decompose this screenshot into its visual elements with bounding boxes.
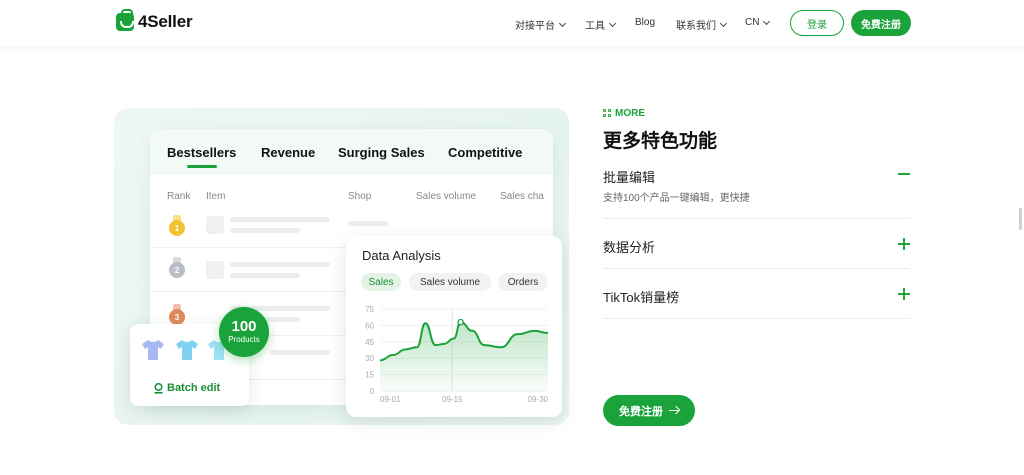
item-thumbnail-placeholder	[206, 261, 224, 279]
nav-item-label: 联系我们	[676, 21, 716, 32]
x-tick-label: 09-30	[528, 395, 549, 404]
column-header-item: Item	[206, 191, 226, 202]
column-header-rank: Rank	[167, 191, 191, 202]
sales-area-chart: 0 15 30 45 60 75 09-01 09-15 09-30	[365, 305, 549, 404]
tshirt-icon	[176, 340, 198, 360]
text-placeholder	[230, 262, 330, 267]
sales-area-fill	[380, 322, 548, 391]
silver-medal-icon: 2	[169, 257, 185, 278]
signup-cta-button[interactable]: 免费注册	[603, 395, 695, 426]
highlighted-point	[457, 318, 464, 326]
expand-icon[interactable]	[898, 238, 910, 250]
item-thumbnail-placeholder	[206, 216, 224, 234]
tab-surging-sales: Surging Sales	[338, 145, 425, 160]
brand-name: 4Seller	[138, 12, 193, 31]
arrow-right-icon	[669, 407, 679, 415]
y-tick-label: 15	[365, 371, 374, 380]
y-tick-label: 60	[365, 321, 374, 330]
bronze-medal-icon: 3	[169, 304, 185, 325]
page-scrollbar[interactable]	[1019, 208, 1022, 230]
accordion-title: 批量编辑	[603, 170, 656, 185]
chevron-down-icon	[719, 19, 728, 27]
nav-item-blog[interactable]: Blog	[635, 17, 655, 28]
chevron-down-icon	[608, 19, 617, 27]
more-tag: MORE	[603, 108, 645, 119]
nav-item-label: 工具	[585, 21, 605, 32]
data-analysis-card: Data Analysis Sales Sales volume Orders …	[346, 236, 562, 417]
more-tag-label: MORE	[615, 108, 645, 119]
tshirt-icon	[142, 340, 164, 360]
accordion-description: 支持100个产品一键编辑，更快捷	[603, 193, 750, 204]
x-tick-label: 09-15	[442, 395, 463, 404]
chevron-down-icon	[763, 17, 771, 25]
accordion-item-tiktok-ranking[interactable]: TikTok销量榜	[603, 269, 910, 319]
batch-edit-label: Batch edit	[154, 382, 220, 394]
signup-button[interactable]: 免费注册	[851, 10, 911, 36]
gold-medal-icon: 1	[169, 215, 185, 236]
accordion-item-data-analysis[interactable]: 数据分析	[603, 219, 910, 269]
accordion-item-batch-edit[interactable]: 批量编辑 支持100个产品一键编辑，更快捷	[603, 160, 910, 219]
active-tab-indicator	[187, 165, 217, 168]
collapse-icon[interactable]	[898, 168, 910, 180]
table-tabs: Bestsellers Revenue Surging Sales Compet…	[150, 129, 553, 175]
text-placeholder	[230, 228, 300, 233]
nav-item-label: CN	[745, 17, 760, 28]
nav-item-contact[interactable]: 联系我们	[676, 17, 728, 32]
accordion-title: 数据分析	[603, 240, 656, 255]
tab-bestsellers: Bestsellers	[167, 145, 237, 160]
batch-edit-text: Batch edit	[167, 382, 221, 394]
top-navbar: 4Seller 对接平台 工具 Blog 联系我们 CN 登录 免费注册	[0, 0, 1024, 46]
text-placeholder	[348, 221, 388, 226]
products-count-badge: 100 Products	[219, 307, 269, 357]
column-header-shop: Shop	[348, 191, 372, 202]
text-placeholder	[230, 273, 300, 278]
badge-number: 100	[231, 318, 257, 335]
brand-logo[interactable]: 4Seller	[116, 9, 193, 32]
nav-item-label: 对接平台	[515, 21, 555, 32]
column-header-sales-change: Sales cha	[500, 191, 544, 202]
tab-competitive: Competitive	[448, 145, 523, 160]
y-tick-label: 75	[365, 305, 374, 314]
expand-icon[interactable]	[898, 288, 910, 300]
text-placeholder	[270, 350, 330, 355]
badge-label: Products	[228, 335, 260, 344]
y-tick-label: 45	[365, 338, 374, 347]
section-title: 更多特色功能	[603, 131, 718, 152]
accordion-title: TikTok销量榜	[603, 290, 680, 305]
y-tick-label: 0	[370, 387, 375, 396]
cta-label: 免费注册	[619, 405, 663, 418]
column-header-sales-volume: Sales volume	[416, 191, 477, 202]
grid-icon	[603, 109, 612, 118]
y-tick-label: 30	[365, 354, 374, 363]
nav-item-tools[interactable]: 工具	[585, 17, 617, 32]
tab-revenue: Revenue	[261, 145, 316, 160]
x-tick-label: 09-01	[380, 395, 401, 404]
chevron-down-icon	[558, 19, 567, 27]
edit-pin-icon	[154, 382, 163, 394]
text-placeholder	[230, 217, 330, 222]
shopping-bag-icon	[116, 9, 134, 31]
language-selector[interactable]: CN	[745, 17, 771, 28]
nav-item-platforms[interactable]: 对接平台	[515, 17, 567, 32]
nav-item-label: Blog	[635, 17, 656, 28]
login-button[interactable]: 登录	[790, 10, 844, 36]
